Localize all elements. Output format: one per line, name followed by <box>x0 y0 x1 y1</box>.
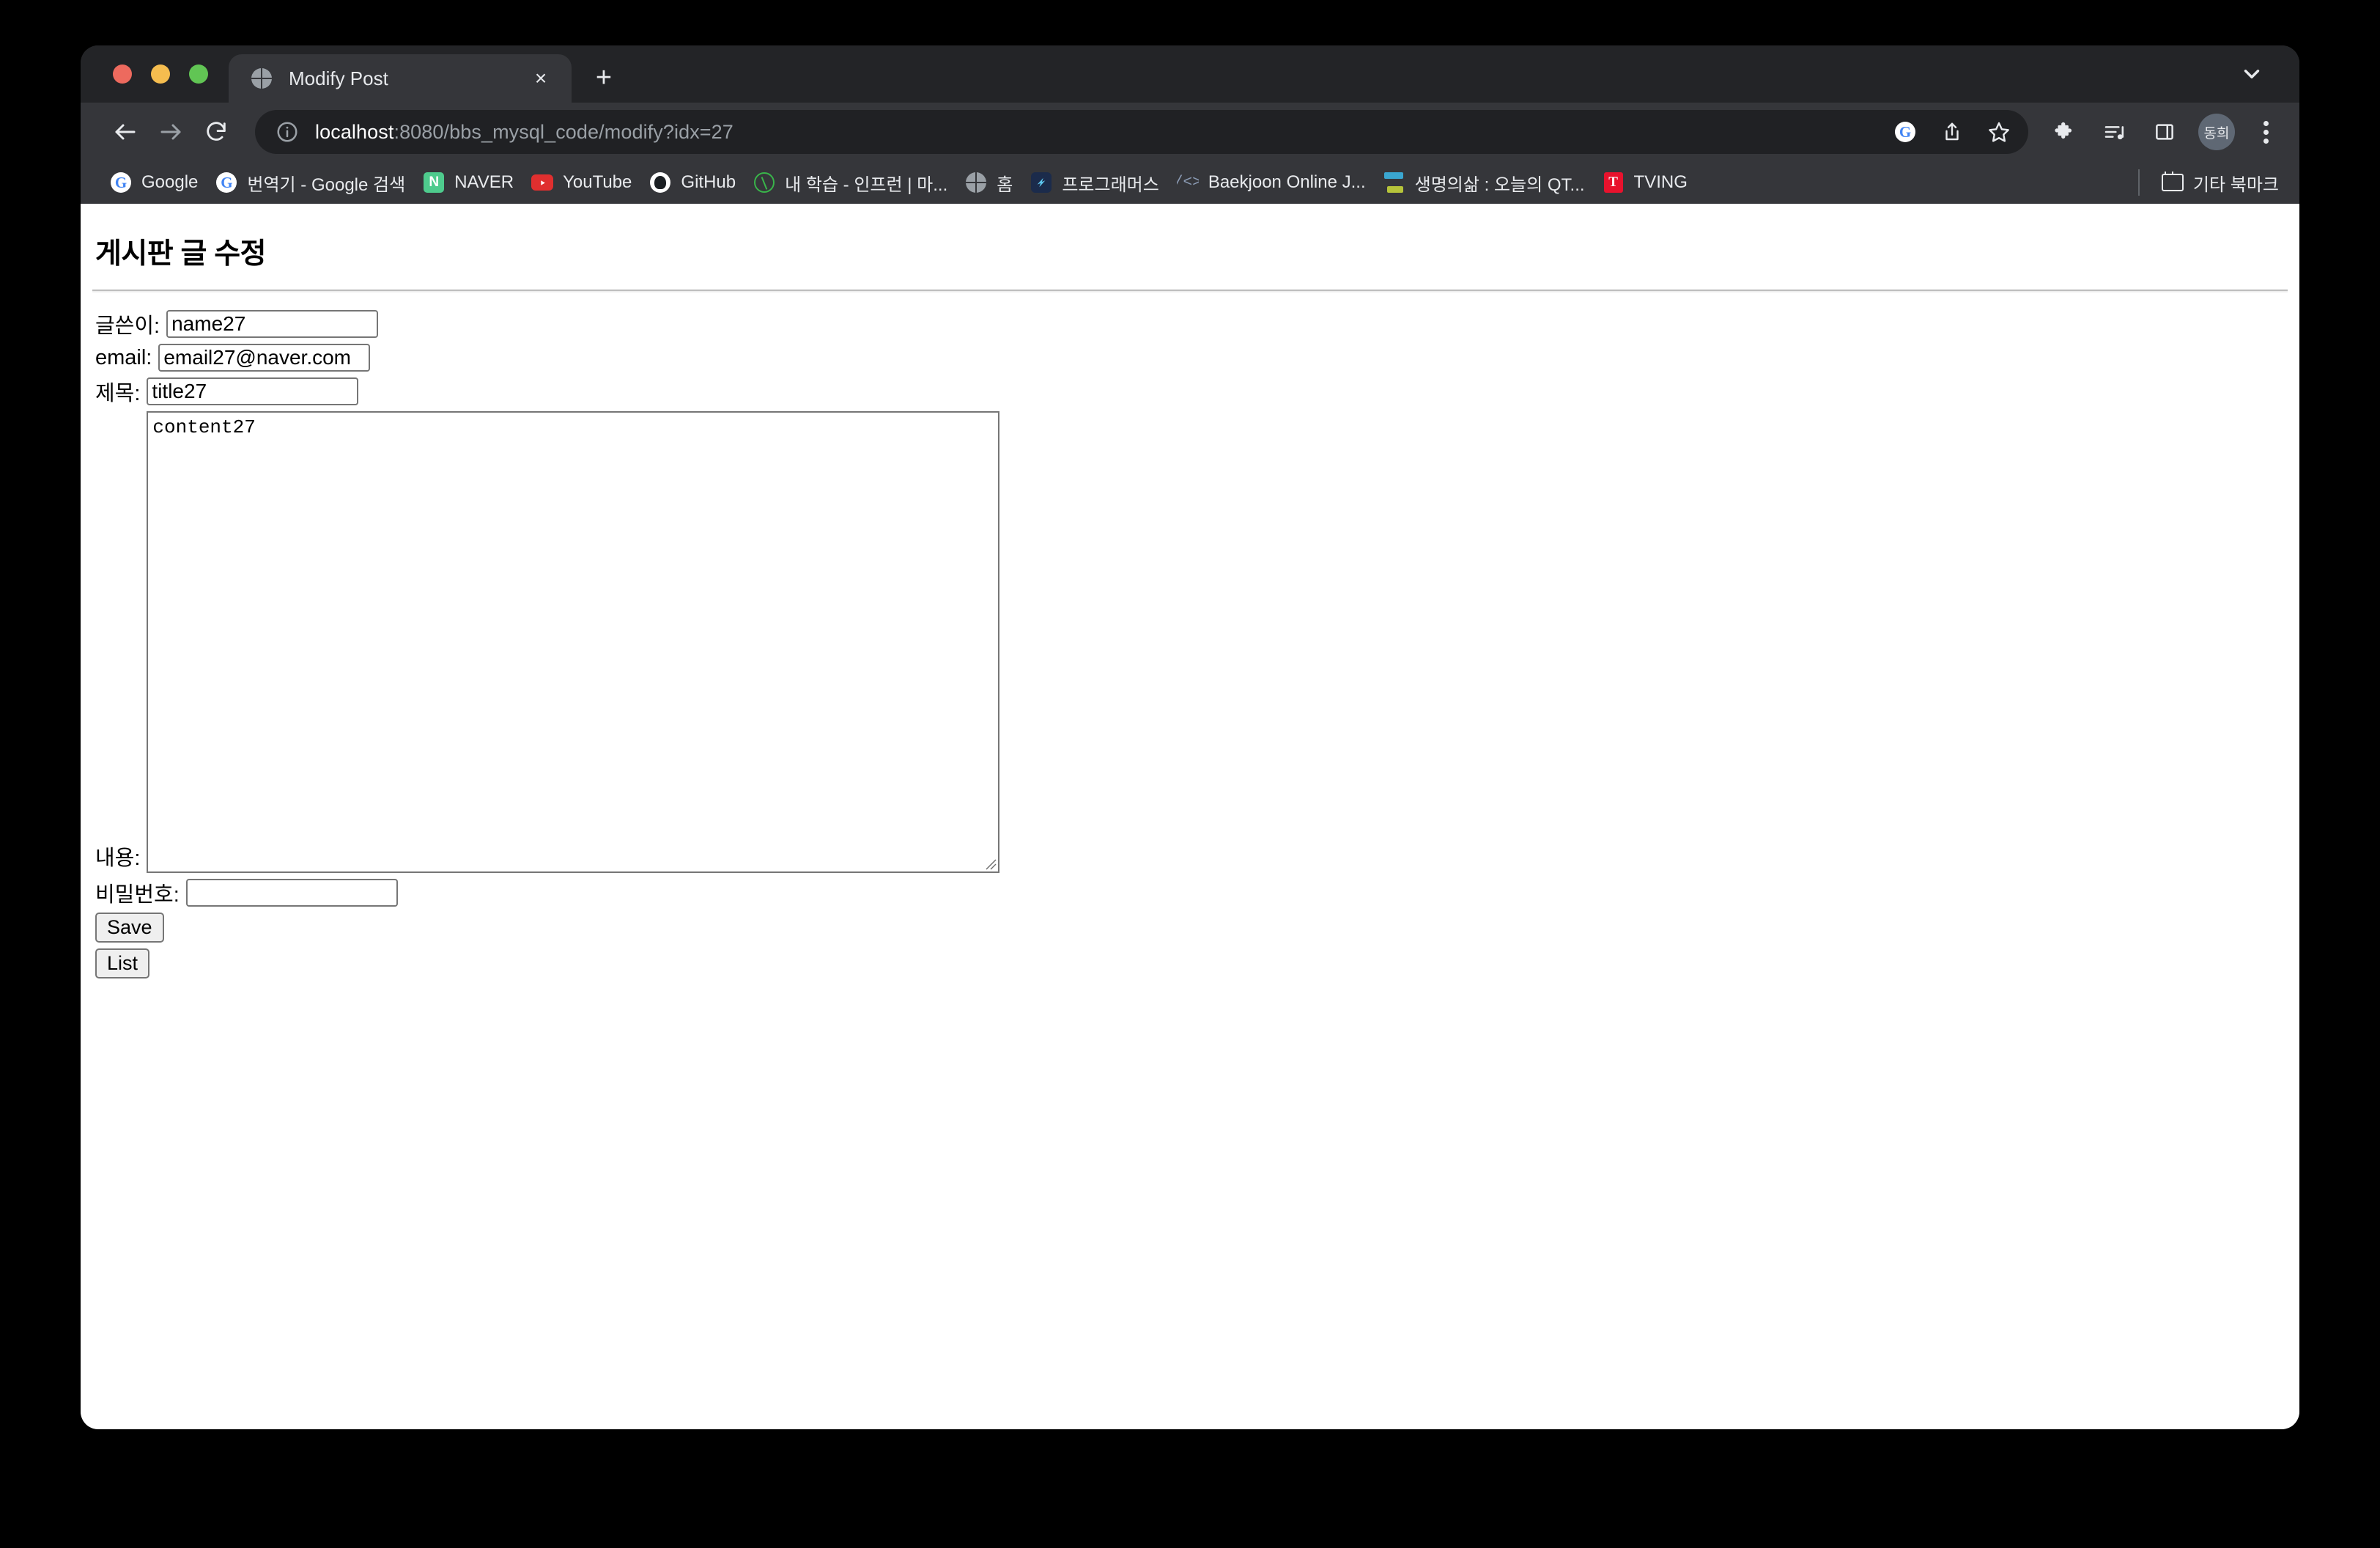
github-icon <box>649 172 671 194</box>
bookmark-label: 홈 <box>997 174 1013 195</box>
close-icon[interactable]: × <box>526 64 555 93</box>
page-title: 게시판 글 수정 <box>95 238 266 270</box>
extensions-icon[interactable] <box>2044 111 2085 152</box>
email-input[interactable] <box>158 344 371 372</box>
site-info-icon[interactable] <box>273 117 302 147</box>
resize-handle-icon[interactable] <box>980 854 997 870</box>
bookmark-label: 내 학습 - 인프런 | 마... <box>785 174 948 195</box>
bookmark-label: GitHub <box>681 172 736 192</box>
content-label: 내용: <box>95 847 141 870</box>
toolbar-actions: 동희 <box>2044 111 2283 152</box>
bookmark-inflearn[interactable]: 내 학습 - 인프런 | 마... <box>744 166 956 199</box>
browser-toolbar: localhost:8080/bbs_mysql_code/modify?idx… <box>81 103 2299 161</box>
inflearn-icon <box>753 172 775 194</box>
folder-icon <box>2161 172 2184 194</box>
url-host: localhost <box>315 120 394 143</box>
email-label: email: <box>95 345 152 369</box>
list-button[interactable]: List <box>95 948 150 978</box>
content-row: 내용: content27 <box>92 411 2288 873</box>
google-icon: G <box>215 172 237 194</box>
window-controls <box>81 45 229 103</box>
bookmark-label: 프로그래머스 <box>1062 174 1159 195</box>
globe-icon <box>965 172 987 194</box>
tab-title: Modify Post <box>289 67 388 89</box>
url-path: :8080/bbs_mysql_code/modify?idx=27 <box>393 120 733 143</box>
side-panel-icon[interactable] <box>2144 111 2185 152</box>
writer-label: 글쓴이: <box>95 314 160 338</box>
chevron-down-icon[interactable] <box>2232 56 2272 92</box>
bookmark-label: 생명의삶 : 오늘의 QT... <box>1414 174 1585 195</box>
password-input[interactable] <box>185 879 398 907</box>
subject-label: 제목: <box>95 382 141 405</box>
bookmark-label: NAVER <box>454 172 514 192</box>
bookmark-google[interactable]: G Google <box>101 166 207 199</box>
horizontal-rule <box>92 290 2288 292</box>
browser-tab-modify-post[interactable]: Modify Post × <box>229 54 572 103</box>
globe-icon <box>251 67 273 89</box>
content-textarea[interactable]: content27 <box>147 411 1000 873</box>
bookmark-tving[interactable]: T TVING <box>1594 166 1696 199</box>
google-icon: G <box>110 172 132 194</box>
email-row: email: <box>92 344 2288 372</box>
writer-input[interactable] <box>166 310 379 338</box>
media-playlist-icon[interactable] <box>2094 111 2135 152</box>
address-bar[interactable]: localhost:8080/bbs_mysql_code/modify?idx… <box>255 110 2028 154</box>
bookmark-label: YouTube <box>563 172 632 192</box>
tving-icon: T <box>1603 172 1625 194</box>
close-window-button[interactable] <box>113 64 132 84</box>
bookmark-star-icon[interactable] <box>1981 114 2017 150</box>
bookmark-youtube[interactable]: YouTube <box>522 166 640 199</box>
bookmark-label: Baekjoon Online J... <box>1208 172 1366 192</box>
bookmark-programmers[interactable]: 프로그래머스 <box>1021 166 1167 199</box>
bookmark-github[interactable]: GitHub <box>640 166 744 199</box>
maximize-window-button[interactable] <box>189 64 208 84</box>
page-viewport: 게시판 글 수정 글쓴이: email: 제목: 내용: content27 <box>81 204 2299 1429</box>
bookmarks-divider <box>2137 169 2140 196</box>
tab-strip: Modify Post × + <box>81 45 2299 103</box>
new-tab-button[interactable]: + <box>582 56 626 100</box>
bookmark-naver[interactable]: N NAVER <box>414 166 522 199</box>
bookmark-qt[interactable]: 생명의삶 : 오늘의 QT... <box>1375 166 1594 199</box>
baekjoon-icon: /<> <box>1177 174 1199 191</box>
bookmark-label: Google <box>141 172 199 192</box>
browser-menu-icon[interactable] <box>2248 111 2283 152</box>
programmers-icon <box>1030 172 1052 194</box>
subject-row: 제목: <box>92 376 2288 407</box>
page-content: 게시판 글 수정 글쓴이: email: 제목: 내용: content27 <box>81 204 2299 996</box>
google-search-icon[interactable]: G <box>1888 114 1923 150</box>
bookmarks-bar: G Google G 번역기 - Google 검색 N NAVER YouTu… <box>81 161 2299 204</box>
writer-row: 글쓴이: <box>92 309 2288 339</box>
url-text: localhost:8080/bbs_mysql_code/modify?idx… <box>315 121 1879 144</box>
naver-icon: N <box>423 172 445 194</box>
youtube-icon <box>531 172 554 194</box>
form-buttons: Save List <box>92 913 2288 978</box>
minimize-window-button[interactable] <box>151 64 170 84</box>
bookmark-baekjoon[interactable]: /<> Baekjoon Online J... <box>1168 166 1375 199</box>
content-textarea-value: content27 <box>152 416 256 438</box>
back-icon[interactable] <box>103 109 148 155</box>
share-icon[interactable] <box>1934 114 1970 150</box>
password-label: 비밀번호: <box>95 883 180 907</box>
bookmark-label: 번역기 - Google 검색 <box>247 174 406 195</box>
qt-icon <box>1383 172 1405 194</box>
bookmark-label: TVING <box>1633 172 1688 192</box>
omnibox-actions: G <box>1888 114 2017 150</box>
browser-window: Modify Post × + localhost:8080/bbs_mysql… <box>81 45 2299 1429</box>
reload-icon[interactable] <box>193 109 239 155</box>
save-button[interactable]: Save <box>95 913 164 943</box>
password-row: 비밀번호: <box>92 877 2288 908</box>
avatar[interactable]: 동희 <box>2198 114 2235 150</box>
forward-icon[interactable] <box>148 109 193 155</box>
other-bookmarks-folder[interactable]: 기타 북마크 <box>2153 166 2288 199</box>
bookmark-home[interactable]: 홈 <box>956 166 1021 199</box>
bookmark-google-translate[interactable]: G 번역기 - Google 검색 <box>207 166 414 199</box>
other-bookmarks-label: 기타 북마크 <box>2192 174 2279 195</box>
subject-input[interactable] <box>147 377 359 405</box>
